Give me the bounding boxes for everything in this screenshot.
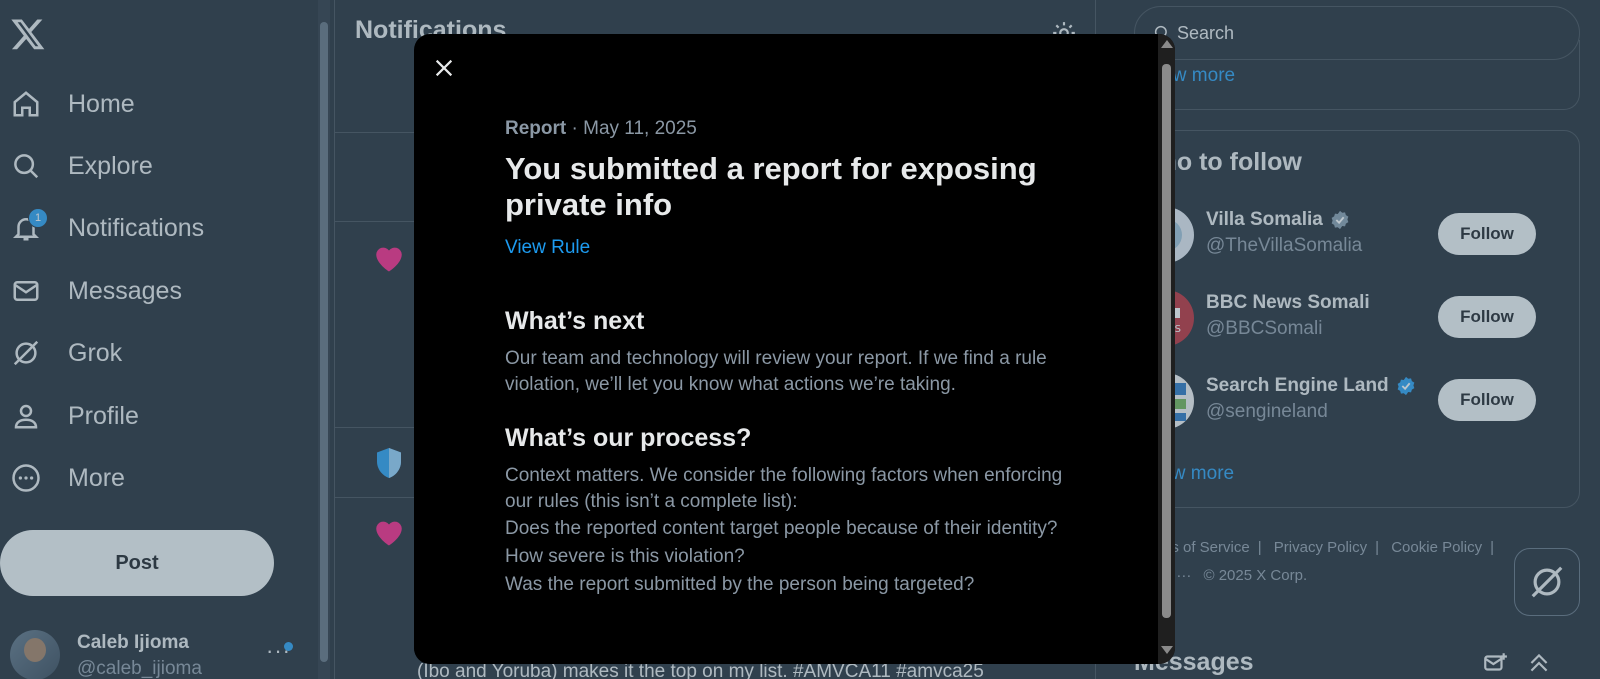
process-question: How severe is this violation?: [505, 546, 745, 567]
report-label: Report: [505, 118, 567, 139]
process-question: Was the report submitted by the person b…: [505, 574, 975, 595]
report-meta: Report · May 11, 2025: [505, 118, 1075, 140]
process-intro: Context matters. We consider the followi…: [505, 465, 1063, 512]
whats-next-body: Our team and technology will review your…: [505, 348, 1047, 395]
process-question: Does the reported content target people …: [505, 518, 1058, 539]
scroll-down-arrow-icon[interactable]: [1161, 646, 1173, 654]
modal-bottom-mask: [414, 626, 1158, 664]
scroll-up-arrow-icon[interactable]: [1161, 40, 1173, 48]
modal-scrollbar[interactable]: [1158, 34, 1175, 664]
close-icon: [435, 59, 453, 77]
report-date: · May 11, 2025: [571, 118, 697, 139]
report-heading: You submitted a report for exposing priv…: [505, 151, 1037, 222]
whats-next-title: What’s next: [505, 307, 645, 335]
scrollbar-thumb[interactable]: [1162, 64, 1171, 618]
report-content: Report · May 11, 2025 You submitted a re…: [505, 118, 1075, 599]
view-rule-link[interactable]: View Rule: [505, 237, 590, 259]
process-title: What’s our process?: [505, 424, 752, 452]
close-button[interactable]: [424, 48, 464, 88]
report-details-modal: Report · May 11, 2025 You submitted a re…: [414, 34, 1175, 664]
